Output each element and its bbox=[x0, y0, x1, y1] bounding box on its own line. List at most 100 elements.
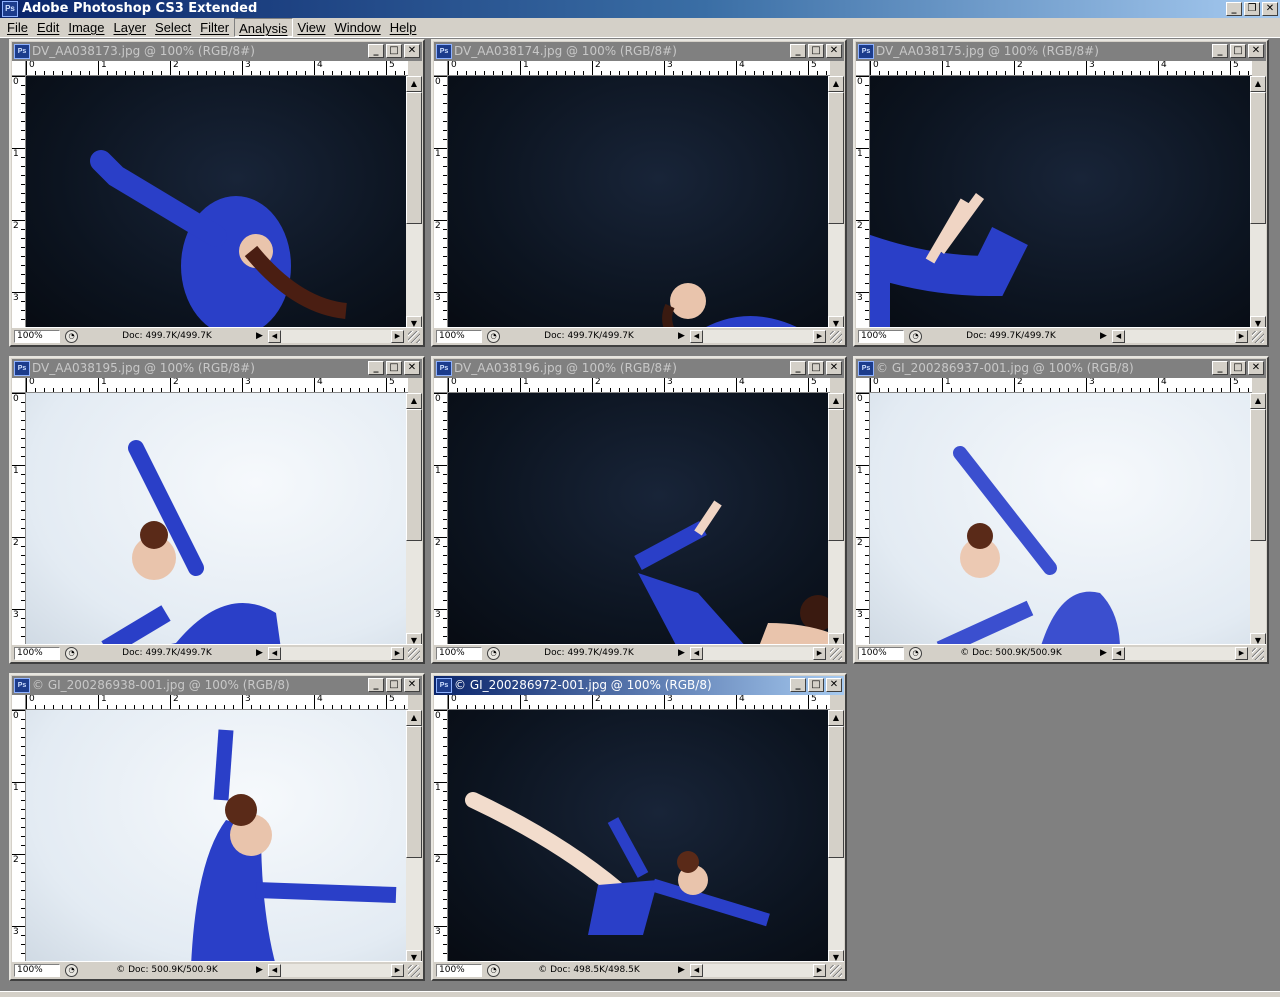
ruler-origin[interactable] bbox=[434, 695, 448, 710]
horizontal-ruler[interactable]: 0 1 2 3 4 5 bbox=[448, 61, 830, 76]
scroll-thumb[interactable] bbox=[828, 409, 844, 541]
doc-close-button[interactable]: ✕ bbox=[404, 44, 420, 58]
vertical-ruler[interactable]: 0123 bbox=[434, 710, 448, 966]
document-window-6[interactable]: Ps © GI_200286937-001.jpg @ 100% (RGB/8)… bbox=[853, 356, 1269, 664]
horizontal-scrollbar[interactable]: ◀ ▶ bbox=[268, 330, 404, 343]
zoom-level-field[interactable]: 100% bbox=[436, 330, 482, 343]
menu-help[interactable]: Help bbox=[386, 18, 422, 37]
scroll-left-arrow-icon[interactable]: ◀ bbox=[690, 647, 703, 660]
image-canvas[interactable] bbox=[870, 393, 1253, 649]
vertical-scrollbar[interactable]: ▲ ▼ bbox=[828, 393, 844, 649]
vertical-scrollbar[interactable]: ▲ ▼ bbox=[828, 76, 844, 332]
resize-grip-icon[interactable] bbox=[830, 648, 842, 660]
vertical-scrollbar[interactable]: ▲ ▼ bbox=[406, 76, 422, 332]
status-menu-arrow-icon[interactable]: ▶ bbox=[1100, 330, 1110, 343]
zoom-level-field[interactable]: 100% bbox=[858, 330, 904, 343]
menu-view[interactable]: View bbox=[293, 18, 330, 37]
scroll-right-arrow-icon[interactable]: ▶ bbox=[1235, 330, 1248, 343]
scroll-thumb[interactable] bbox=[406, 409, 422, 541]
status-menu-arrow-icon[interactable]: ▶ bbox=[678, 647, 688, 660]
menu-file[interactable]: File bbox=[3, 18, 33, 37]
zoom-level-field[interactable]: 100% bbox=[14, 647, 60, 660]
scroll-left-arrow-icon[interactable]: ◀ bbox=[690, 330, 703, 343]
document-title-bar[interactable]: Ps DV_AA038175.jpg @ 100% (RGB/8#) _ □ ✕ bbox=[856, 42, 1266, 61]
minimize-button[interactable]: _ bbox=[1226, 2, 1242, 16]
doc-maximize-button[interactable]: □ bbox=[386, 361, 402, 375]
horizontal-scrollbar[interactable]: ◀ ▶ bbox=[268, 647, 404, 660]
horizontal-ruler[interactable]: 0 1 2 3 4 5 bbox=[26, 378, 408, 393]
navigator-icon[interactable]: ◔ bbox=[909, 330, 922, 343]
document-title-bar[interactable]: Ps DV_AA038173.jpg @ 100% (RGB/8#) _ □ ✕ bbox=[12, 42, 422, 61]
vertical-scrollbar[interactable]: ▲ ▼ bbox=[1250, 393, 1266, 649]
doc-maximize-button[interactable]: □ bbox=[386, 678, 402, 692]
document-size-info[interactable]: Doc: 499.7K/499.7K bbox=[82, 330, 252, 343]
vertical-ruler[interactable]: 0123 bbox=[856, 393, 870, 649]
status-menu-arrow-icon[interactable]: ▶ bbox=[256, 964, 266, 977]
doc-maximize-button[interactable]: □ bbox=[1230, 44, 1246, 58]
resize-grip-icon[interactable] bbox=[1252, 331, 1264, 343]
doc-maximize-button[interactable]: □ bbox=[808, 361, 824, 375]
doc-minimize-button[interactable]: _ bbox=[368, 361, 384, 375]
document-title-bar[interactable]: Ps DV_AA038174.jpg @ 100% (RGB/8#) _ □ ✕ bbox=[434, 42, 844, 61]
scroll-up-arrow-icon[interactable]: ▲ bbox=[406, 393, 422, 409]
horizontal-ruler[interactable]: 0 1 2 3 4 5 bbox=[870, 378, 1252, 393]
menu-analysis[interactable]: Analysis bbox=[234, 18, 294, 37]
vertical-ruler[interactable]: 0123 bbox=[12, 710, 26, 966]
doc-close-button[interactable]: ✕ bbox=[404, 678, 420, 692]
doc-minimize-button[interactable]: _ bbox=[790, 678, 806, 692]
horizontal-scrollbar[interactable]: ◀ ▶ bbox=[268, 964, 404, 977]
scroll-right-arrow-icon[interactable]: ▶ bbox=[391, 647, 404, 660]
scroll-right-arrow-icon[interactable]: ▶ bbox=[1235, 647, 1248, 660]
doc-close-button[interactable]: ✕ bbox=[1248, 361, 1264, 375]
image-canvas[interactable] bbox=[26, 76, 409, 332]
horizontal-ruler[interactable]: 0 1 2 3 4 5 bbox=[26, 61, 408, 76]
doc-maximize-button[interactable]: □ bbox=[1230, 361, 1246, 375]
scroll-left-arrow-icon[interactable]: ◀ bbox=[690, 964, 703, 977]
document-title-bar[interactable]: Ps © GI_200286972-001.jpg @ 100% (RGB/8)… bbox=[434, 676, 844, 695]
resize-grip-icon[interactable] bbox=[408, 331, 420, 343]
doc-close-button[interactable]: ✕ bbox=[1248, 44, 1264, 58]
vertical-scrollbar[interactable]: ▲ ▼ bbox=[828, 710, 844, 966]
doc-minimize-button[interactable]: _ bbox=[1212, 361, 1228, 375]
navigator-icon[interactable]: ◔ bbox=[65, 647, 78, 660]
horizontal-ruler[interactable]: 0 1 2 3 4 5 bbox=[26, 695, 408, 710]
navigator-icon[interactable]: ◔ bbox=[487, 647, 500, 660]
menu-filter[interactable]: Filter bbox=[196, 18, 234, 37]
horizontal-scrollbar[interactable]: ◀ ▶ bbox=[1112, 330, 1248, 343]
scroll-left-arrow-icon[interactable]: ◀ bbox=[268, 647, 281, 660]
scroll-up-arrow-icon[interactable]: ▲ bbox=[1250, 393, 1266, 409]
zoom-level-field[interactable]: 100% bbox=[436, 964, 482, 977]
image-canvas[interactable] bbox=[26, 710, 409, 966]
document-title-bar[interactable]: Ps DV_AA038195.jpg @ 100% (RGB/8#) _ □ ✕ bbox=[12, 359, 422, 378]
horizontal-scrollbar[interactable]: ◀ ▶ bbox=[690, 964, 826, 977]
document-size-info[interactable]: Doc: 499.7K/499.7K bbox=[504, 330, 674, 343]
zoom-level-field[interactable]: 100% bbox=[14, 964, 60, 977]
image-canvas[interactable] bbox=[26, 393, 409, 649]
scroll-left-arrow-icon[interactable]: ◀ bbox=[1112, 330, 1125, 343]
document-size-info[interactable]: © Doc: 500.9K/500.9K bbox=[82, 964, 252, 977]
document-window-3[interactable]: Ps DV_AA038175.jpg @ 100% (RGB/8#) _ □ ✕… bbox=[853, 39, 1269, 347]
vertical-ruler[interactable]: 0123 bbox=[434, 76, 448, 332]
doc-minimize-button[interactable]: _ bbox=[790, 44, 806, 58]
vertical-ruler[interactable]: 0123 bbox=[856, 76, 870, 332]
menu-select[interactable]: Select bbox=[151, 18, 196, 37]
doc-minimize-button[interactable]: _ bbox=[368, 678, 384, 692]
doc-close-button[interactable]: ✕ bbox=[404, 361, 420, 375]
scroll-right-arrow-icon[interactable]: ▶ bbox=[813, 964, 826, 977]
doc-close-button[interactable]: ✕ bbox=[826, 361, 842, 375]
image-canvas[interactable] bbox=[448, 710, 831, 966]
navigator-icon[interactable]: ◔ bbox=[65, 964, 78, 977]
scroll-right-arrow-icon[interactable]: ▶ bbox=[813, 647, 826, 660]
horizontal-scrollbar[interactable]: ◀ ▶ bbox=[690, 647, 826, 660]
document-window-8[interactable]: Ps © GI_200286972-001.jpg @ 100% (RGB/8)… bbox=[431, 673, 847, 981]
ruler-origin[interactable] bbox=[434, 61, 448, 76]
image-canvas[interactable] bbox=[870, 76, 1253, 332]
navigator-icon[interactable]: ◔ bbox=[65, 330, 78, 343]
scroll-left-arrow-icon[interactable]: ◀ bbox=[268, 964, 281, 977]
horizontal-ruler[interactable]: 0 1 2 3 4 5 bbox=[870, 61, 1252, 76]
resize-grip-icon[interactable] bbox=[1252, 648, 1264, 660]
ruler-origin[interactable] bbox=[856, 61, 870, 76]
navigator-icon[interactable]: ◔ bbox=[487, 330, 500, 343]
photoshop-app-icon[interactable]: Ps bbox=[2, 1, 18, 17]
scroll-thumb[interactable] bbox=[828, 726, 844, 858]
